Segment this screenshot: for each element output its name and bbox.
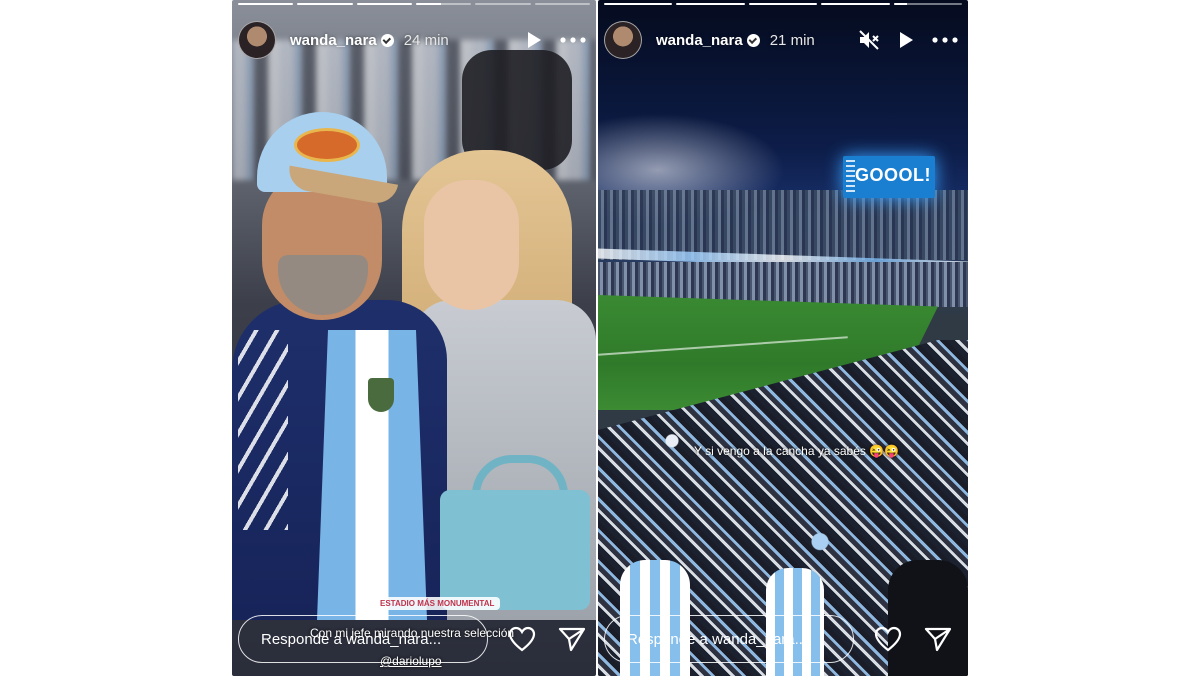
progress-segment	[238, 3, 294, 5]
story-header: wanda_nara 24 min	[238, 20, 586, 60]
avatar[interactable]	[604, 21, 642, 59]
story-header: wanda_nara 21 min	[604, 20, 958, 60]
story-left[interactable]: wanda_nara 24 min ESTADIO MÁS MONUMENTAL…	[232, 0, 596, 676]
progress-segment	[534, 3, 590, 5]
progress-segment	[604, 3, 673, 5]
mute-icon[interactable]	[858, 30, 880, 50]
send-icon[interactable]	[558, 626, 586, 652]
progress-segment	[415, 3, 472, 5]
progress-segment	[748, 3, 818, 5]
heart-icon[interactable]	[874, 626, 902, 652]
progress-segment	[821, 3, 890, 5]
progress-segment	[297, 3, 353, 5]
scoreboard-text: GOOOL!	[855, 165, 931, 185]
send-icon[interactable]	[924, 626, 952, 652]
reply-bar	[604, 612, 962, 666]
story-right[interactable]: GOOOL! wanda_nara 21 min Y si vengo a la…	[598, 0, 968, 676]
heart-icon[interactable]	[508, 626, 536, 652]
reply-input[interactable]	[604, 615, 854, 663]
reply-input[interactable]	[238, 615, 488, 663]
progress-segment	[475, 3, 531, 5]
story-time: 21 min	[769, 31, 815, 49]
username[interactable]: wanda_nara	[290, 32, 377, 49]
location-sticker[interactable]: ESTADIO MÁS MONUMENTAL	[374, 597, 501, 610]
more-icon[interactable]	[932, 37, 958, 43]
verified-badge-icon	[746, 33, 760, 47]
progress-segment	[356, 3, 412, 5]
more-icon[interactable]	[560, 37, 586, 43]
verified-badge-icon	[380, 33, 394, 47]
progress-segment	[893, 3, 963, 5]
play-icon[interactable]	[898, 31, 914, 49]
username[interactable]: wanda_nara	[656, 32, 743, 49]
story-progress	[604, 3, 963, 6]
reply-bar	[238, 612, 590, 666]
story-photo-selfie	[232, 0, 596, 676]
play-icon[interactable]	[526, 31, 542, 49]
story-time: 24 min	[403, 31, 449, 49]
progress-segment	[676, 3, 745, 5]
stadium-scoreboard: GOOOL!	[843, 156, 935, 198]
avatar[interactable]	[238, 21, 276, 59]
story-progress	[238, 3, 590, 6]
story-caption: Y si vengo a la cancha ya sabés 😜😜	[694, 444, 900, 458]
story-photo-stadium	[598, 0, 968, 676]
